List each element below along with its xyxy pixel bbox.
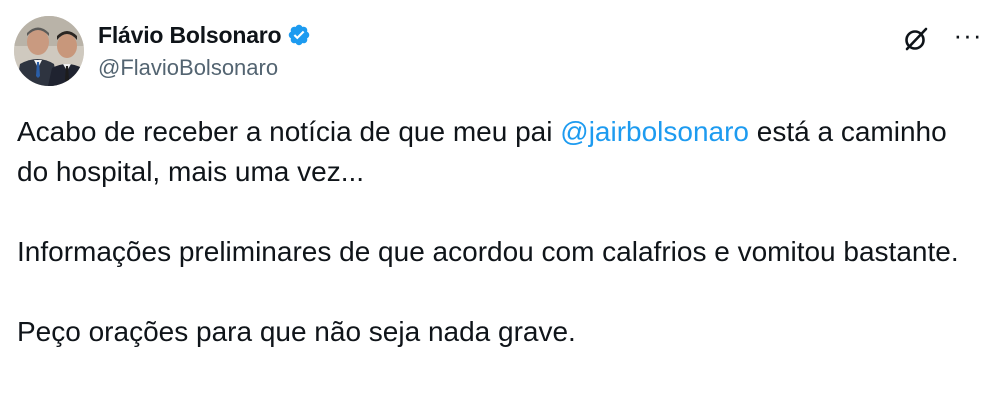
author-handle[interactable]: @FlavioBolsonaro xyxy=(98,55,311,81)
tweet-card: Flávio Bolsonaro @FlavioBolsonaro ··· Ac… xyxy=(0,0,999,412)
grok-icon[interactable] xyxy=(899,22,933,56)
more-options-label: ··· xyxy=(953,20,983,50)
verified-badge-icon[interactable] xyxy=(287,23,311,47)
tweet-text: Acabo de receber a notícia de que meu pa… xyxy=(17,112,977,352)
author-name-row: Flávio Bolsonaro xyxy=(98,20,311,50)
tweet-paragraph-3: Peço orações para que não seja nada grav… xyxy=(17,316,576,347)
mention-link[interactable]: @jairbolsonaro xyxy=(560,116,749,147)
avatar[interactable] xyxy=(14,16,84,86)
more-options-icon[interactable]: ··· xyxy=(951,22,985,56)
tweet-paragraph-2: Informações preliminares de que acordou … xyxy=(17,236,959,267)
avatar-image xyxy=(14,16,84,86)
author-display-name[interactable]: Flávio Bolsonaro xyxy=(98,22,282,49)
tweet-text-part: Acabo de receber a notícia de que meu pa… xyxy=(17,116,561,147)
tweet-top-actions: ··· xyxy=(899,22,985,56)
tweet-paragraph-1: Acabo de receber a notícia de que meu pa… xyxy=(17,112,977,192)
author-block: Flávio Bolsonaro @FlavioBolsonaro xyxy=(98,20,311,81)
